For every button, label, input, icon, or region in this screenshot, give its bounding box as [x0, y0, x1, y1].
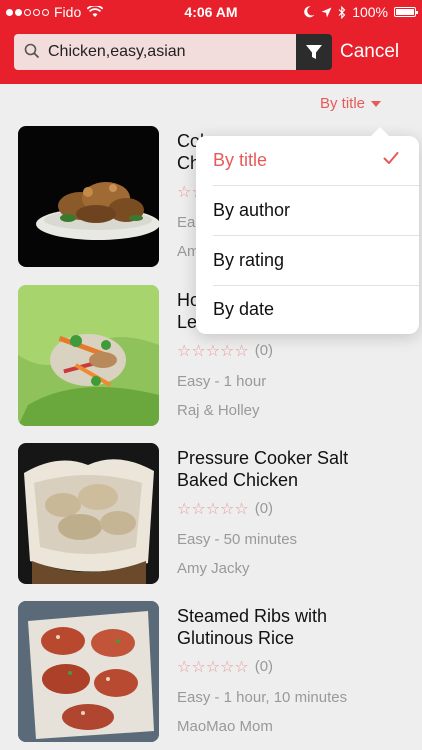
sort-option-rating[interactable]: By rating: [196, 236, 419, 285]
recipe-meta: Easy - 50 minutes: [177, 531, 298, 548]
sort-option-label: By date: [213, 299, 275, 319]
battery-percent: 100%: [352, 4, 388, 20]
recipe-item[interactable]: Pressure Cooker Salt Baked Chicken ☆☆☆☆☆…: [0, 443, 422, 593]
rating-stars: ☆☆☆☆☆: [177, 341, 249, 360]
recipe-rating: ☆☆☆☆☆ (0): [177, 341, 273, 360]
rating-count: (0): [254, 658, 274, 675]
recipe-rating: ☆☆☆☆☆ (0): [177, 657, 273, 676]
recipe-title: Pressure Cooker Salt Baked Chicken: [177, 448, 349, 490]
status-bar: Fido 4:06 AM 100%: [0, 0, 422, 26]
recipe-image: [18, 443, 159, 584]
recipe-rating: ☆☆☆☆☆ (0): [177, 499, 273, 518]
location-arrow-icon: [321, 7, 332, 17]
moon-icon: [304, 6, 315, 18]
rating-stars: ☆☆☆☆☆: [177, 657, 249, 676]
status-right: 100%: [304, 4, 418, 20]
sort-option-label: By author: [213, 200, 291, 220]
filter-icon: [306, 45, 322, 59]
header-bar: Fido 4:06 AM 100% Chicken,easy,asian Can…: [0, 0, 422, 84]
search-input[interactable]: Chicken,easy,asian: [48, 34, 186, 70]
checkmark-icon: [383, 152, 399, 164]
rating-count: (0): [254, 500, 274, 517]
sort-option-title[interactable]: By title: [196, 136, 419, 185]
app-screen: Fido 4:06 AM 100% Chicken,easy,asian Can…: [0, 0, 422, 750]
sort-option-label: By rating: [213, 250, 285, 270]
sort-option-label: By title: [213, 150, 268, 170]
filter-button[interactable]: [296, 34, 332, 70]
sort-option-author[interactable]: By author: [196, 186, 419, 235]
bluetooth-icon: [338, 5, 346, 19]
recipe-image: [18, 601, 159, 742]
dropdown-pointer: [371, 127, 389, 136]
search-icon: [24, 43, 40, 59]
recipe-title: Steamed Ribs with Glutinous Rice: [177, 606, 328, 648]
recipe-item[interactable]: Steamed Ribs with Glutinous Rice ☆☆☆☆☆ (…: [0, 601, 422, 750]
recipe-meta: Ea: [177, 214, 196, 231]
recipe-image: [18, 126, 159, 267]
recipe-image: [18, 285, 159, 426]
battery-icon: [394, 7, 418, 17]
sort-toggle-label: By title: [320, 95, 366, 112]
recipe-meta: Easy - 1 hour, 10 minutes: [177, 689, 348, 706]
sort-dropdown-menu: By title By author By rating By date: [196, 127, 419, 334]
recipe-author: Raj & Holley: [177, 402, 260, 419]
recipe-author: MaoMao Mom: [177, 718, 273, 735]
sort-option-date[interactable]: By date: [196, 285, 419, 334]
caret-down-icon: [371, 101, 382, 107]
recipe-author: Amy Jacky: [177, 560, 250, 577]
search-field[interactable]: Chicken,easy,asian: [14, 34, 296, 70]
sort-toggle[interactable]: By title: [320, 92, 382, 116]
rating-count: (0): [254, 342, 274, 359]
recipe-meta: Easy - 1 hour: [177, 373, 267, 390]
rating-stars: ☆☆☆☆☆: [177, 499, 249, 518]
cancel-button[interactable]: Cancel: [340, 34, 399, 70]
